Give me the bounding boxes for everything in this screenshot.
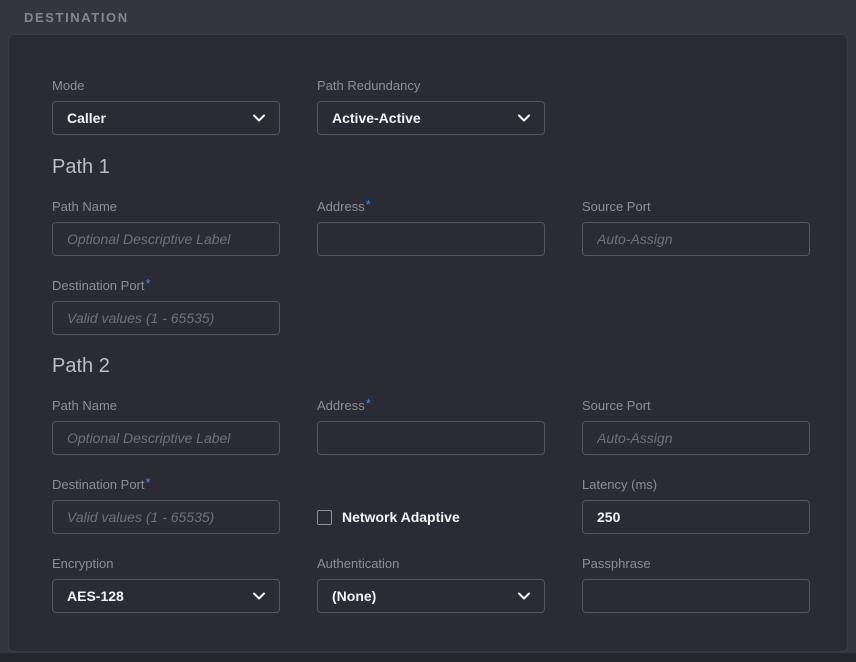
latency-field: Latency (ms) (582, 477, 810, 534)
mode-field: Mode Caller (52, 78, 280, 135)
path2-name-field: Path Name (52, 398, 280, 455)
path2-source-port-label: Source Port (582, 398, 810, 414)
path2-row-1: Path Name Address* Source Port (52, 398, 807, 455)
path1-row-1: Path Name Address* Source Port (52, 199, 807, 256)
path2-heading: Path 2 (52, 355, 807, 378)
required-asterisk: * (146, 475, 151, 490)
spacer (317, 278, 545, 335)
path2-source-port-input[interactable] (582, 421, 810, 455)
path1-source-port-field: Source Port (582, 199, 810, 256)
path2-row-2: Destination Port* Network Adaptive Laten… (52, 477, 807, 534)
passphrase-label: Passphrase (582, 556, 810, 572)
path1-row-2: Destination Port* (52, 278, 807, 335)
section-title: DESTINATION (24, 10, 832, 25)
authentication-select[interactable]: (None) (317, 579, 545, 613)
chevron-down-icon (253, 114, 265, 122)
encryption-select-value: AES-128 (67, 588, 124, 604)
chevron-down-icon (518, 114, 530, 122)
encryption-label: Encryption (52, 556, 280, 572)
spacer (582, 278, 810, 335)
network-adaptive-label[interactable]: Network Adaptive (342, 509, 460, 525)
path2-address-field: Address* (317, 398, 545, 455)
path1-destination-port-input[interactable] (52, 301, 280, 335)
latency-input[interactable] (582, 500, 810, 534)
path1-source-port-input[interactable] (582, 222, 810, 256)
path-redundancy-field: Path Redundancy Active-Active (317, 78, 545, 135)
mode-label: Mode (52, 78, 280, 94)
network-adaptive-field: Network Adaptive (317, 477, 545, 534)
latency-label: Latency (ms) (582, 477, 810, 493)
path2-source-port-field: Source Port (582, 398, 810, 455)
mode-select-value: Caller (67, 110, 106, 126)
network-adaptive-checkbox[interactable] (317, 510, 332, 525)
authentication-label: Authentication (317, 556, 545, 572)
path1-name-input[interactable] (52, 222, 280, 256)
chevron-down-icon (253, 592, 265, 600)
network-adaptive-group: Network Adaptive (317, 500, 545, 534)
path1-address-field: Address* (317, 199, 545, 256)
path2-name-label: Path Name (52, 398, 280, 414)
path2-destination-port-label: Destination Port* (52, 477, 280, 493)
passphrase-field: Passphrase (582, 556, 810, 613)
page-header: DESTINATION (0, 0, 856, 34)
path-redundancy-select[interactable]: Active-Active (317, 101, 545, 135)
path1-address-label: Address* (317, 199, 545, 215)
path2-destination-port-input[interactable] (52, 500, 280, 534)
spacer (582, 78, 810, 135)
path1-destination-port-label: Destination Port* (52, 278, 280, 294)
encryption-select[interactable]: AES-128 (52, 579, 280, 613)
mode-select[interactable]: Caller (52, 101, 280, 135)
path1-name-field: Path Name (52, 199, 280, 256)
path1-destination-port-field: Destination Port* (52, 278, 280, 335)
passphrase-input[interactable] (582, 579, 810, 613)
path-redundancy-select-value: Active-Active (332, 110, 421, 126)
destination-panel: Mode Caller Path Redundancy Active-Activ… (8, 34, 848, 652)
path1-heading: Path 1 (52, 156, 807, 179)
required-asterisk: * (366, 197, 371, 212)
encryption-field: Encryption AES-128 (52, 556, 280, 613)
path2-address-input[interactable] (317, 421, 545, 455)
path1-source-port-label: Source Port (582, 199, 810, 215)
path1-name-label: Path Name (52, 199, 280, 215)
path-redundancy-label: Path Redundancy (317, 78, 545, 94)
path1-address-input[interactable] (317, 222, 545, 256)
path2-destination-port-field: Destination Port* (52, 477, 280, 534)
chevron-down-icon (518, 592, 530, 600)
row-encryption: Encryption AES-128 Authentication (None)… (52, 556, 807, 613)
authentication-field: Authentication (None) (317, 556, 545, 613)
required-asterisk: * (366, 396, 371, 411)
row-mode-redundancy: Mode Caller Path Redundancy Active-Activ… (52, 78, 807, 135)
required-asterisk: * (146, 276, 151, 291)
authentication-select-value: (None) (332, 588, 376, 604)
path2-name-input[interactable] (52, 421, 280, 455)
next-section-edge (0, 653, 856, 662)
path2-address-label: Address* (317, 398, 545, 414)
